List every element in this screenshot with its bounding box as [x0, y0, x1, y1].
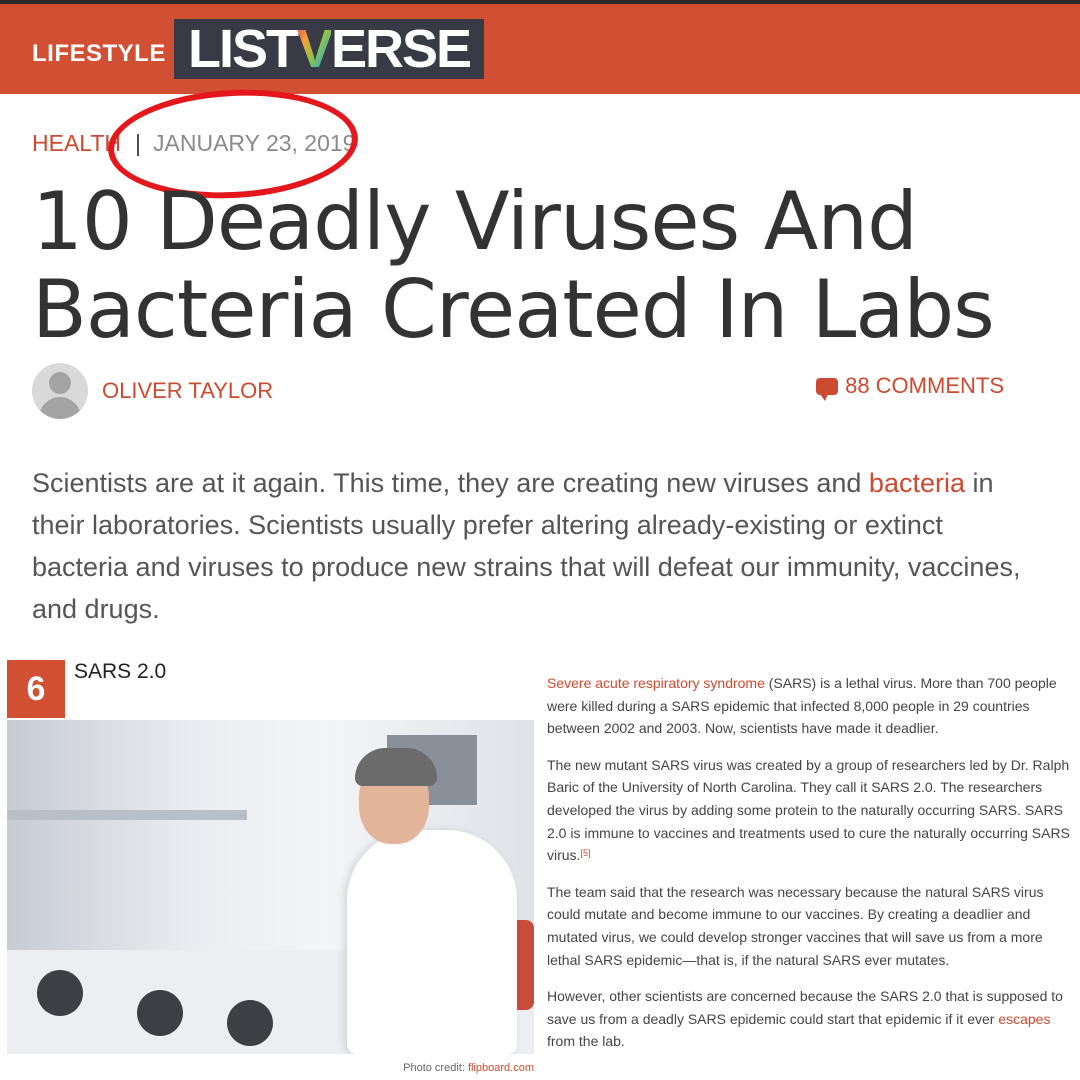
comments-label: 88 COMMENTS	[845, 373, 1004, 398]
author-avatar[interactable]	[32, 363, 88, 419]
sars-link[interactable]: Severe acute respiratory syndrome	[547, 675, 765, 691]
paragraph: The new mutant SARS virus was created by…	[547, 756, 1070, 864]
photo-lab-coat	[347, 830, 517, 1054]
author-link[interactable]: OLIVER TAYLOR	[102, 378, 273, 404]
paragraph: However, other scientists are concerned …	[547, 988, 1063, 1050]
photo-shelf	[7, 810, 247, 820]
paragraph: The team said that the research was nece…	[547, 883, 1044, 968]
nav-lifestyle-link[interactable]: LIFESTYLE	[32, 40, 166, 68]
avatar-body-shape	[39, 397, 81, 419]
item-title: SARS 2.0	[74, 660, 167, 683]
paragraph: Severe acute respiratory syndrome (SARS)…	[547, 675, 1057, 737]
site-header: LIFESTYLE LISTVERSE	[0, 0, 1080, 94]
avatar-head-shape	[49, 372, 71, 394]
bacteria-link[interactable]: bacteria	[869, 468, 965, 498]
reference-link[interactable]: [5]	[580, 848, 590, 858]
item-number-badge: 6	[7, 660, 65, 718]
photo-credit: Photo credit: flipboard.com	[403, 1062, 534, 1074]
photo-lab-equipment	[227, 1000, 273, 1046]
comments-link[interactable]: 88 COMMENTS	[816, 373, 1004, 401]
escapes-link[interactable]: escapes	[998, 1011, 1050, 1027]
logo-text: LISTVERSE	[187, 19, 472, 79]
lab-scientist-photo	[7, 720, 534, 1054]
item-body: Severe acute respiratory syndrome (SARS)…	[547, 672, 1075, 1067]
photo-hair	[355, 748, 437, 786]
photo-lab-equipment	[137, 990, 183, 1036]
site-logo[interactable]: LISTVERSE	[174, 19, 484, 79]
comment-icon	[816, 377, 839, 401]
article-title: 10 Deadly Viruses And Bacteria Created I…	[32, 175, 995, 356]
article-intro: Scientists are at it again. This time, t…	[32, 468, 1021, 624]
photo-credit-link[interactable]: flipboard.com	[468, 1062, 534, 1074]
photo-lab-equipment	[37, 970, 83, 1016]
